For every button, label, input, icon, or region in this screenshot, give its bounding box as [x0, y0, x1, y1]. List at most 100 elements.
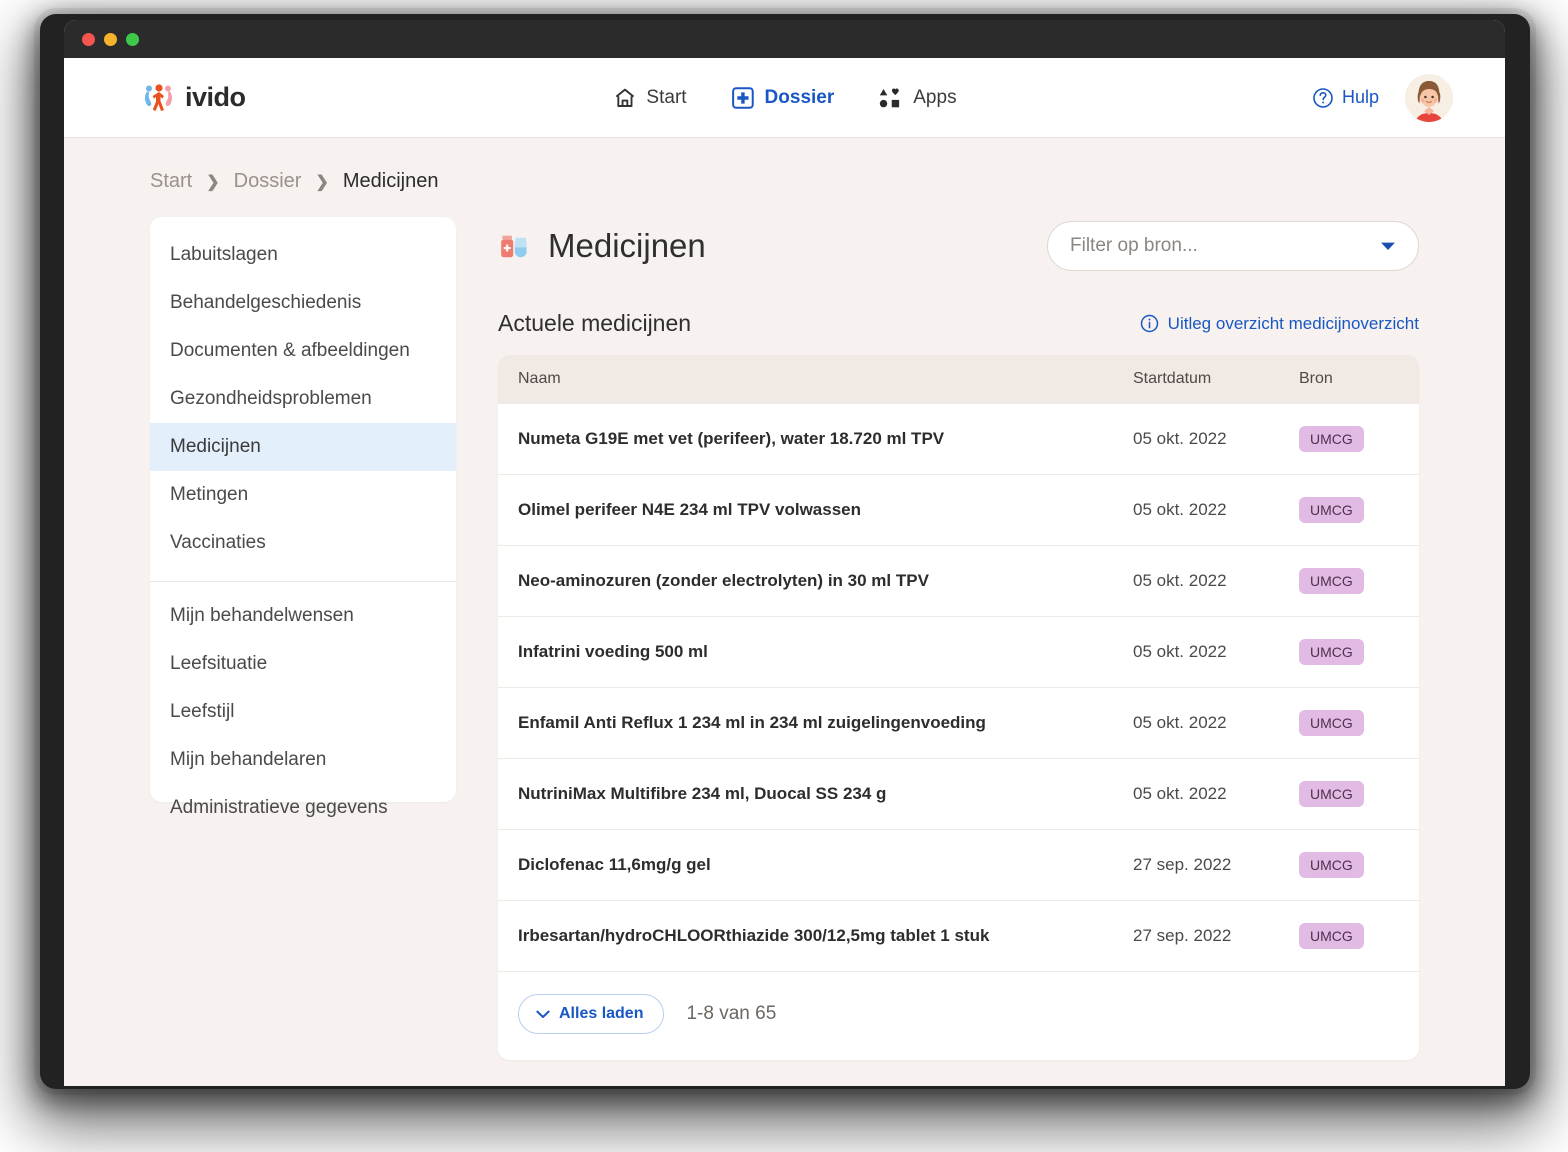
cell-startdatum: 05 okt. 2022 [1133, 687, 1299, 759]
status-badge: UMCG [1299, 710, 1364, 736]
user-avatar[interactable] [1405, 73, 1453, 122]
cell-naam: Neo-aminozuren (zonder electrolyten) in … [498, 545, 1133, 617]
medicine-bottle-capsule-icon [498, 229, 532, 263]
zoom-window-button[interactable] [126, 32, 139, 46]
cell-naam: NutriniMax Multifibre 234 ml, Duocal SS … [498, 758, 1133, 830]
chevron-right-icon: ❯ [315, 173, 329, 191]
column-header-naam: Naam [498, 355, 1133, 404]
cell-startdatum: 05 okt. 2022 [1133, 616, 1299, 688]
sidebar-item-gezondheidsproblemen[interactable]: Gezondheidsproblemen [150, 375, 456, 423]
medications-table-card: Naam Startdatum Bron Numeta G19E met vet… [498, 355, 1419, 1060]
page-body: Start ❯ Dossier ❯ Medicijnen Labuitslage… [64, 138, 1505, 1086]
cell-startdatum: 05 okt. 2022 [1133, 545, 1299, 617]
explain-overview-label: Uitleg overzicht medicijnoverzicht [1167, 313, 1419, 333]
table-row[interactable]: Neo-aminozuren (zonder electrolyten) in … [498, 545, 1419, 617]
status-badge: UMCG [1299, 426, 1364, 452]
cell-bron: UMCG [1299, 545, 1419, 617]
table-row[interactable]: NutriniMax Multifibre 234 ml, Duocal SS … [498, 758, 1419, 830]
sidebar-item-medicijnen[interactable]: Medicijnen [150, 423, 456, 471]
nav-item-apps[interactable]: Apps [878, 86, 957, 110]
cell-bron: UMCG [1299, 403, 1419, 475]
close-window-button[interactable] [82, 32, 95, 46]
cell-bron: UMCG [1299, 616, 1419, 688]
filter-placeholder: Filter op bron... [1070, 235, 1198, 256]
medications-table: Naam Startdatum Bron Numeta G19E met vet… [498, 355, 1419, 971]
apps-grid-icon [878, 86, 903, 110]
table-row[interactable]: Diclofenac 11,6mg/g gel 27 sep. 2022 UMC… [498, 829, 1419, 901]
table-row[interactable]: Numeta G19E met vet (perifeer), water 18… [498, 403, 1419, 475]
status-badge: UMCG [1299, 568, 1364, 594]
table-row[interactable]: Enfamil Anti Reflux 1 234 ml in 234 ml z… [498, 687, 1419, 759]
cell-bron: UMCG [1299, 474, 1419, 546]
breadcrumb-item-start[interactable]: Start [150, 170, 192, 193]
brand-name: ivido [185, 82, 246, 112]
sidebar-item-mijn-behandelaren[interactable]: Mijn behandelaren [150, 736, 456, 784]
cell-startdatum: 05 okt. 2022 [1133, 758, 1299, 830]
nav-item-apps-label: Apps [913, 86, 957, 108]
cell-startdatum: 05 okt. 2022 [1133, 474, 1299, 546]
cell-bron: UMCG [1299, 900, 1419, 971]
cell-naam: Infatrini voeding 500 ml [498, 616, 1133, 688]
brand-logo[interactable]: ivido [142, 82, 246, 113]
breadcrumb: Start ❯ Dossier ❯ Medicijnen [150, 170, 1505, 193]
sidebar-item-metingen[interactable]: Metingen [150, 471, 456, 519]
table-row[interactable]: Infatrini voeding 500 ml 05 okt. 2022 UM… [498, 616, 1419, 688]
sidebar-item-vaccinaties[interactable]: Vaccinaties [150, 519, 456, 567]
page-title-wrap: Medicijnen [498, 227, 706, 265]
info-circle-icon [1140, 314, 1159, 333]
cell-naam: Olimel perifeer N4E 234 ml TPV volwassen [498, 474, 1133, 546]
filter-by-source-select[interactable]: Filter op bron... [1047, 221, 1419, 271]
cell-naam: Numeta G19E met vet (perifeer), water 18… [498, 403, 1133, 475]
page-title: Medicijnen [548, 227, 706, 264]
medical-plus-icon [731, 86, 755, 110]
explain-overview-link[interactable]: Uitleg overzicht medicijnoverzicht [1140, 314, 1419, 334]
load-all-label: Alles laden [559, 1005, 644, 1022]
sidebar-item-administratieve-gegevens[interactable]: Administratieve gegevens [150, 784, 456, 832]
cell-startdatum: 05 okt. 2022 [1133, 403, 1299, 475]
status-badge: UMCG [1299, 852, 1364, 878]
section-header: Actuele medicijnen Uitleg overzicht medi… [498, 310, 1419, 337]
column-header-startdatum: Startdatum [1133, 355, 1299, 404]
nav-item-start[interactable]: Start [612, 86, 687, 110]
sidebar-nav: Labuitslagen Behandelgeschiedenis Docume… [150, 217, 456, 818]
sidebar-divider [150, 581, 456, 582]
table-row[interactable]: Irbesartan/hydroCHLOORthiazide 300/12,5m… [498, 900, 1419, 971]
cell-startdatum: 27 sep. 2022 [1133, 900, 1299, 971]
cell-naam: Enfamil Anti Reflux 1 234 ml in 234 ml z… [498, 687, 1133, 759]
home-icon [612, 86, 636, 110]
sidebar-item-behandelgeschiedenis[interactable]: Behandelgeschiedenis [150, 279, 456, 327]
sidebar-item-labuitslagen[interactable]: Labuitslagen [150, 231, 456, 279]
sidebar-item-leefstijl[interactable]: Leefstijl [150, 688, 456, 736]
table-header-row: Naam Startdatum Bron [498, 355, 1419, 404]
table-row[interactable]: Olimel perifeer N4E 234 ml TPV volwassen… [498, 474, 1419, 546]
top-navigation-bar: ivido Start Dossier Apps Hulp [64, 58, 1505, 138]
sidebar-item-documenten-afbeeldingen[interactable]: Documenten & afbeeldingen [150, 327, 456, 375]
status-badge: UMCG [1299, 639, 1364, 665]
nav-right-group: Hulp [1312, 73, 1453, 122]
nav-item-dossier-label: Dossier [764, 86, 835, 108]
question-circle-icon [1312, 87, 1334, 109]
content-area: Labuitslagen Behandelgeschiedenis Docume… [64, 217, 1505, 1086]
section-title: Actuele medicijnen [498, 310, 692, 336]
status-badge: UMCG [1299, 781, 1364, 807]
table-body: Numeta G19E met vet (perifeer), water 18… [498, 403, 1419, 971]
primary-nav: Start Dossier Apps [612, 86, 957, 110]
help-label: Hulp [1341, 87, 1379, 107]
sidebar-item-mijn-behandelwensen[interactable]: Mijn behandelwensen [150, 592, 456, 640]
nav-item-dossier[interactable]: Dossier [731, 86, 835, 110]
breadcrumb-item-dossier[interactable]: Dossier [234, 170, 302, 193]
cell-naam: Diclofenac 11,6mg/g gel [498, 829, 1133, 901]
nav-item-start-label: Start [646, 86, 687, 108]
load-all-button[interactable]: Alles laden [518, 994, 665, 1034]
column-header-bron: Bron [1299, 355, 1419, 404]
app-window: ivido Start Dossier Apps Hulp Start ❯ Do… [64, 20, 1505, 1086]
breadcrumb-item-medicijnen: Medicijnen [342, 170, 439, 192]
chevron-down-icon [1380, 241, 1396, 252]
table-header: Naam Startdatum Bron [498, 355, 1419, 404]
table-footer: Alles laden 1-8 van 65 [498, 971, 1419, 1060]
sidebar-item-leefsituatie[interactable]: Leefsituatie [150, 640, 456, 688]
minimize-window-button[interactable] [104, 32, 117, 46]
main-panel: Medicijnen Filter op bron... Actuele med… [498, 217, 1419, 1086]
help-button[interactable]: Hulp [1312, 87, 1379, 109]
cell-bron: UMCG [1299, 687, 1419, 759]
